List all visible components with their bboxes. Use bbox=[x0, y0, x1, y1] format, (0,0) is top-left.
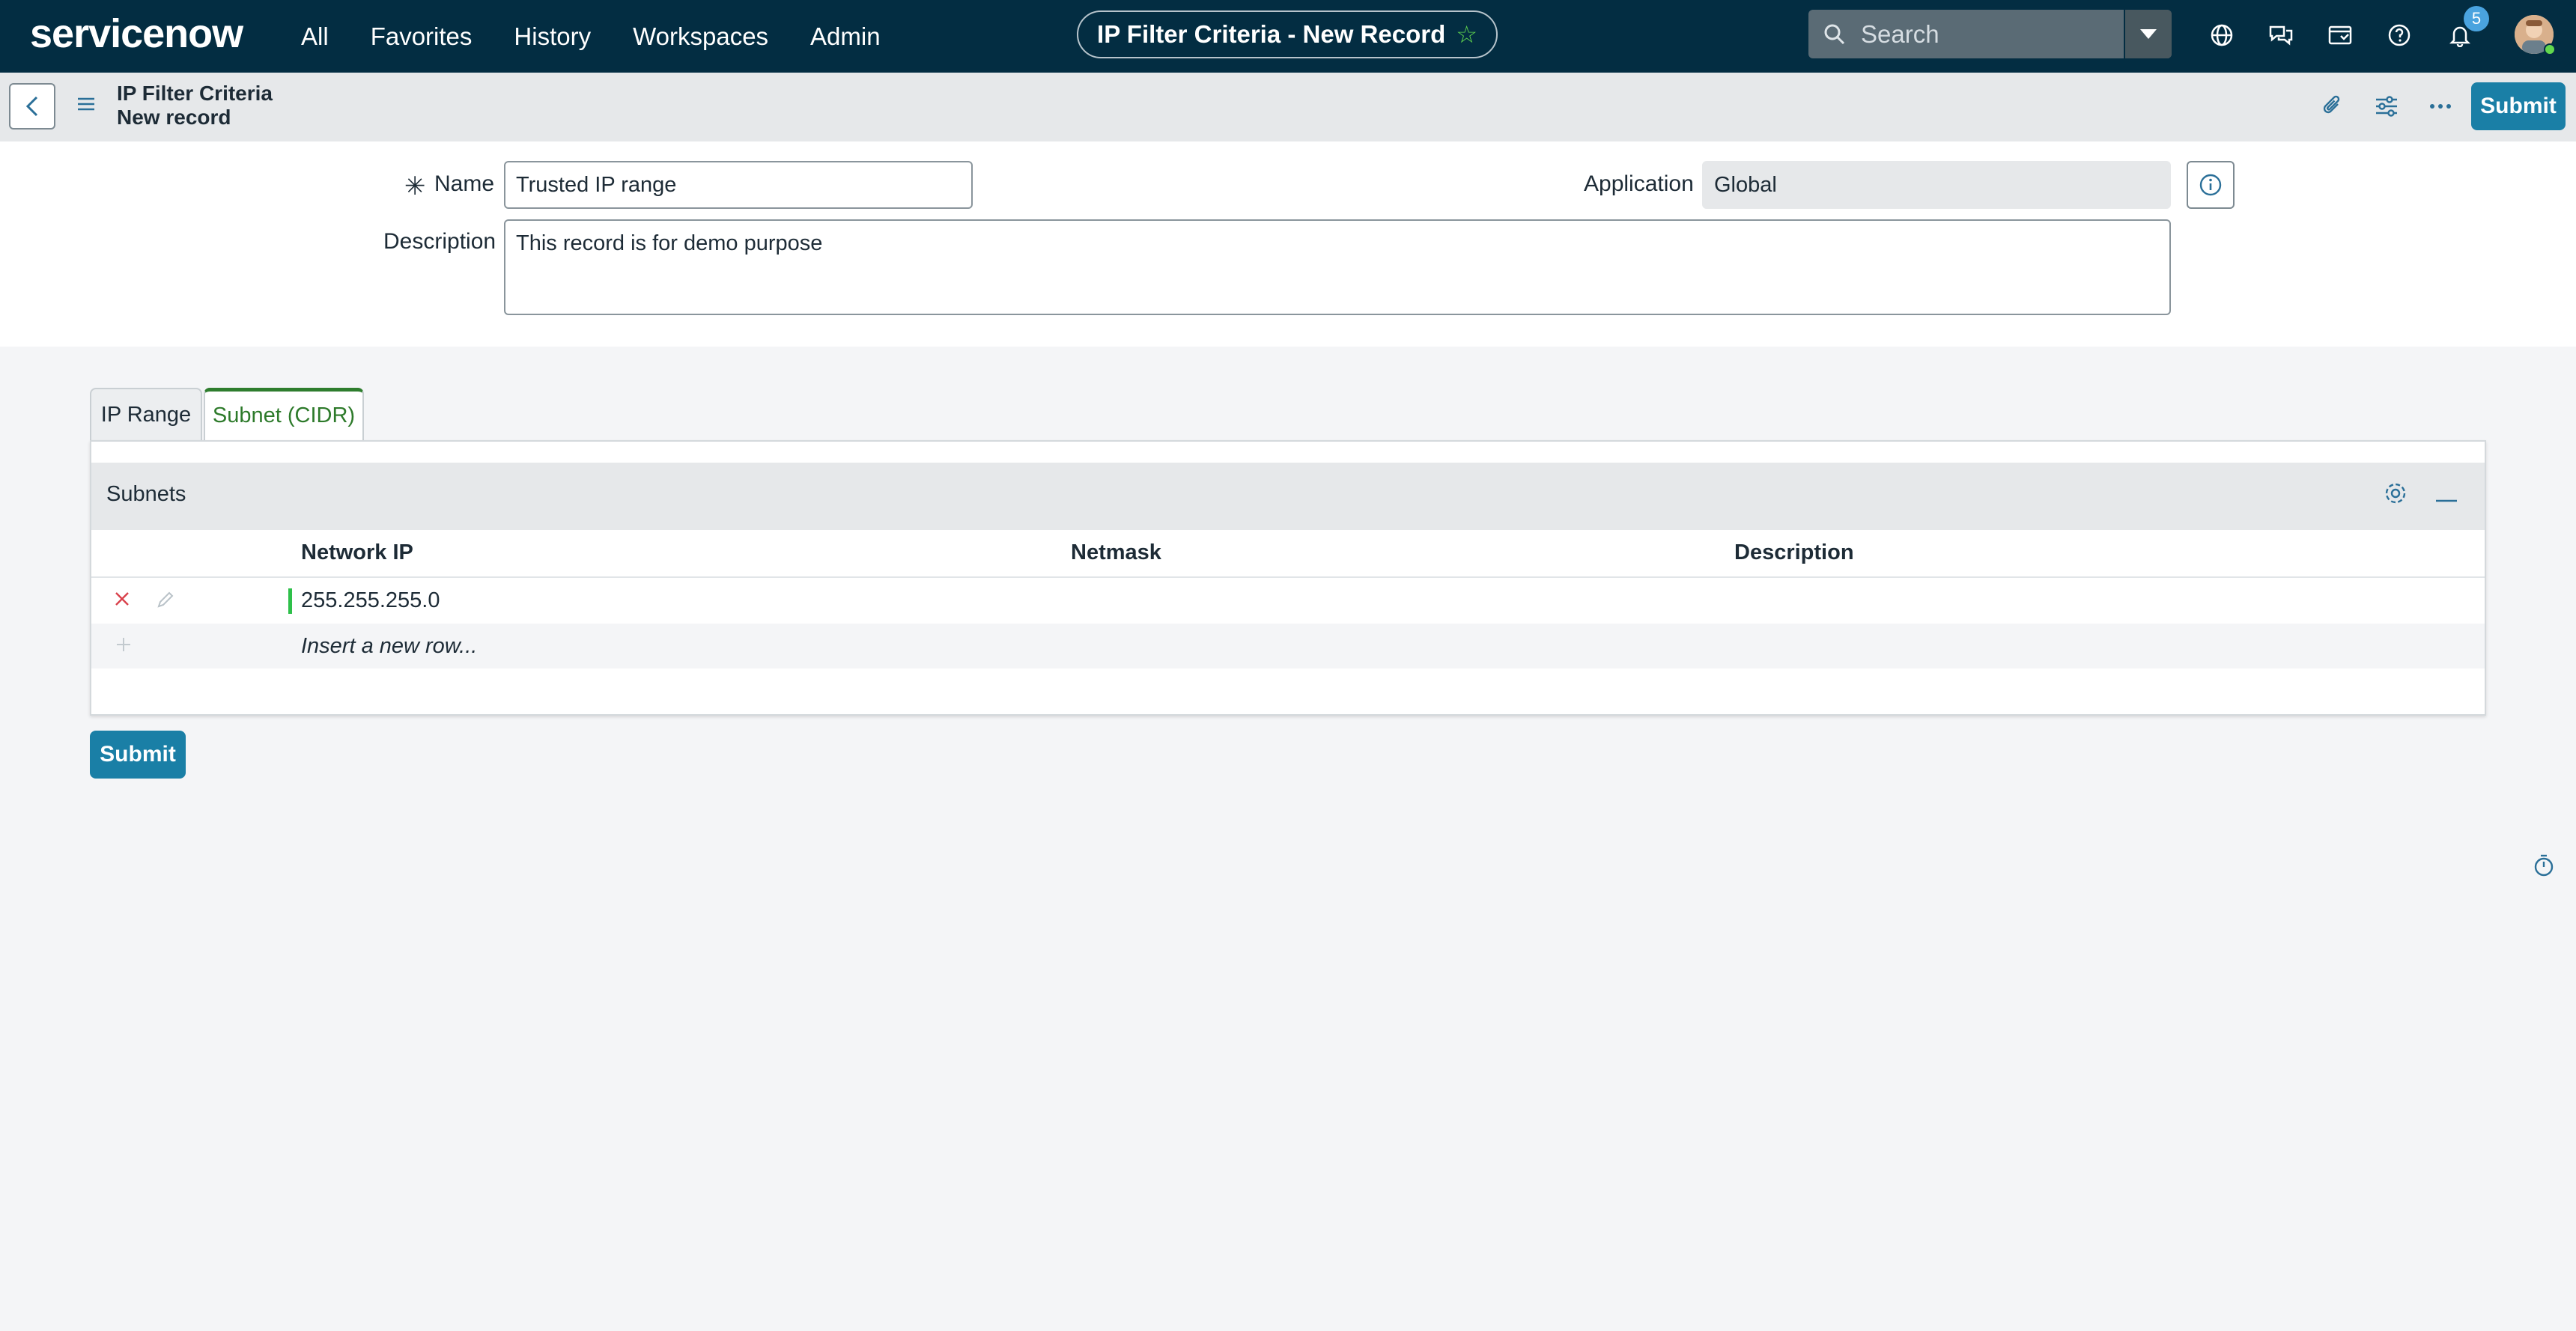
description-label: Description bbox=[383, 229, 496, 254]
record-title-pill[interactable]: IP Filter Criteria - New Record ☆ bbox=[1077, 10, 1498, 58]
chevron-down-icon[interactable] bbox=[2124, 10, 2172, 58]
delete-icon[interactable] bbox=[114, 591, 130, 611]
insert-row[interactable]: Insert a new row... bbox=[91, 624, 2485, 668]
subnets-related-list: Subnets Network IP Netmask Description 2… bbox=[90, 440, 2486, 716]
back-button[interactable] bbox=[9, 83, 55, 130]
sliders-icon[interactable] bbox=[2369, 89, 2404, 124]
record-form: ✳ Name Trusted IP range Application Glob… bbox=[0, 141, 2576, 347]
divider bbox=[91, 576, 2485, 578]
submit-button[interactable]: Submit bbox=[90, 731, 186, 779]
timer-icon[interactable] bbox=[2533, 853, 2555, 881]
attachment-icon[interactable] bbox=[2315, 89, 2350, 124]
application-field: Global bbox=[1702, 161, 2171, 209]
collapse-icon[interactable] bbox=[2435, 493, 2458, 506]
top-navigation: servicenow All Favorites History Workspa… bbox=[0, 0, 2576, 73]
required-icon: ✳ bbox=[404, 172, 426, 201]
description-field[interactable]: This record is for demo purpose bbox=[504, 219, 2171, 315]
tab-ip-range[interactable]: IP Range bbox=[90, 388, 202, 440]
info-icon bbox=[2199, 174, 2222, 196]
globe-icon[interactable] bbox=[2205, 18, 2239, 52]
form-header: IP Filter Criteria New record Submit bbox=[0, 73, 2576, 141]
search-icon bbox=[1808, 10, 1861, 58]
servicenow-logo[interactable]: servicenow bbox=[30, 10, 243, 57]
edit-icon[interactable] bbox=[156, 590, 175, 613]
submit-button-header[interactable]: Submit bbox=[2471, 82, 2566, 130]
gear-icon[interactable] bbox=[2383, 481, 2408, 510]
form-title: IP Filter Criteria bbox=[117, 82, 273, 105]
record-title: IP Filter Criteria - New Record bbox=[1097, 20, 1446, 48]
notification-badge: 5 bbox=[2464, 6, 2489, 31]
tab-subnet-cidr[interactable]: Subnet (CIDR) bbox=[204, 388, 364, 440]
inbox-icon[interactable] bbox=[2323, 18, 2357, 52]
application-label: Application bbox=[1584, 171, 1694, 196]
back-icon bbox=[25, 96, 38, 117]
tab-label: Subnet (CIDR) bbox=[212, 403, 356, 427]
presence-indicator bbox=[2544, 43, 2556, 55]
nav-admin[interactable]: Admin bbox=[810, 22, 881, 51]
global-search[interactable] bbox=[1808, 10, 2172, 58]
search-input[interactable] bbox=[1861, 19, 2115, 49]
related-list-title: Subnets bbox=[106, 482, 186, 506]
description-value: This record is for demo purpose bbox=[516, 231, 823, 255]
application-value: Global bbox=[1714, 172, 1777, 197]
name-value: Trusted IP range bbox=[516, 172, 677, 197]
network-ip-cell[interactable]: 255.255.255.0 bbox=[301, 588, 440, 613]
column-header-netmask[interactable]: Netmask bbox=[1071, 540, 1161, 565]
nav-all[interactable]: All bbox=[301, 22, 329, 51]
column-header-description[interactable]: Description bbox=[1734, 540, 1854, 565]
nav-favorites[interactable]: Favorites bbox=[371, 22, 473, 51]
nav-workspaces[interactable]: Workspaces bbox=[633, 22, 768, 51]
info-button[interactable] bbox=[2187, 161, 2235, 209]
name-label: Name bbox=[434, 171, 495, 196]
plus-icon[interactable] bbox=[115, 636, 132, 657]
menu-icon[interactable] bbox=[76, 97, 96, 115]
help-icon[interactable] bbox=[2382, 18, 2416, 52]
more-icon[interactable] bbox=[2423, 89, 2458, 124]
star-icon[interactable]: ☆ bbox=[1456, 20, 1477, 49]
nav-history[interactable]: History bbox=[514, 22, 591, 51]
name-field[interactable]: Trusted IP range bbox=[504, 161, 973, 209]
tab-label: IP Range bbox=[100, 402, 192, 427]
insert-row-placeholder: Insert a new row... bbox=[301, 634, 478, 658]
column-header-network-ip[interactable]: Network IP bbox=[301, 540, 413, 565]
changed-indicator bbox=[288, 588, 292, 614]
chat-icon[interactable] bbox=[2264, 18, 2298, 52]
form-subtitle: New record bbox=[117, 106, 231, 129]
related-list-header: Subnets bbox=[91, 463, 2485, 530]
nav-links: All Favorites History Workspaces Admin bbox=[301, 0, 923, 73]
logo-text: servicenow bbox=[30, 11, 243, 56]
